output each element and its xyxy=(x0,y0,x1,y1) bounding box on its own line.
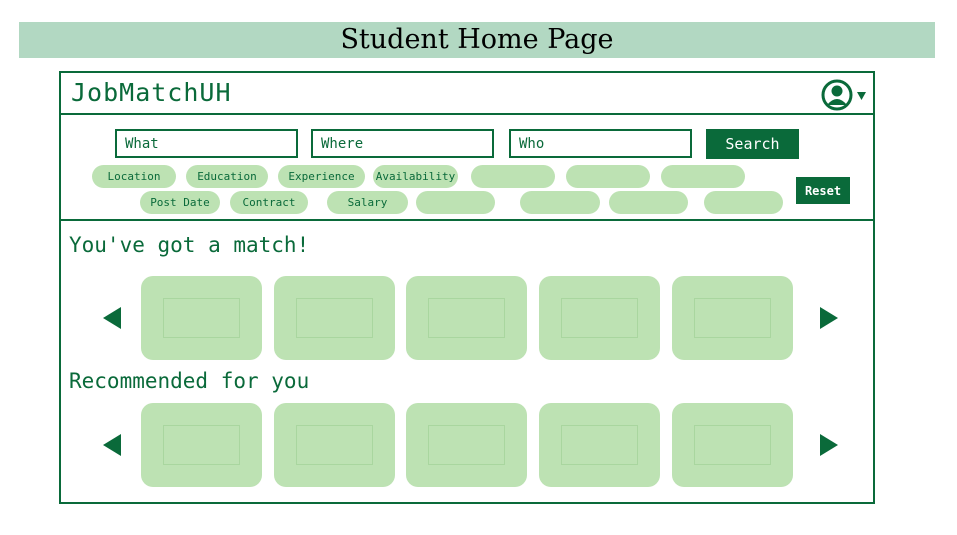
user-menu[interactable] xyxy=(821,79,867,111)
match-card[interactable] xyxy=(406,276,527,360)
app-logo: JobMatchUH xyxy=(71,78,232,107)
filter-chip-location[interactable]: Location xyxy=(92,165,176,188)
search-button[interactable]: Search xyxy=(706,129,799,159)
match-next-arrow[interactable] xyxy=(818,305,840,331)
filter-chip-empty[interactable] xyxy=(661,165,745,188)
page-title: Student Home Page xyxy=(19,22,935,58)
filter-chip-empty[interactable] xyxy=(566,165,650,188)
who-input[interactable] xyxy=(509,129,692,158)
filter-chip-contract[interactable]: Contract xyxy=(230,191,308,214)
match-heading: You've got a match! xyxy=(69,233,310,257)
recommended-heading: Recommended for you xyxy=(69,369,310,393)
filter-chip-education[interactable]: Education xyxy=(186,165,268,188)
card-placeholder xyxy=(296,298,373,338)
what-input[interactable] xyxy=(115,129,298,158)
recommended-prev-arrow[interactable] xyxy=(101,432,123,458)
recommended-card[interactable] xyxy=(672,403,793,487)
caret-down-icon xyxy=(857,92,866,100)
filter-chip-post-date[interactable]: Post Date xyxy=(140,191,220,214)
card-placeholder xyxy=(296,425,373,465)
card-placeholder xyxy=(694,298,771,338)
filter-chip-empty[interactable] xyxy=(471,165,555,188)
filter-chip-empty[interactable] xyxy=(416,191,495,214)
match-card[interactable] xyxy=(672,276,793,360)
recommended-card[interactable] xyxy=(539,403,660,487)
top-bar: JobMatchUH xyxy=(61,73,873,115)
recommended-card[interactable] xyxy=(274,403,395,487)
card-placeholder xyxy=(561,298,638,338)
match-card[interactable] xyxy=(274,276,395,360)
recommended-card[interactable] xyxy=(406,403,527,487)
recommended-next-arrow[interactable] xyxy=(818,432,840,458)
card-placeholder xyxy=(561,425,638,465)
app-window: JobMatchUH Search Location Education Exp… xyxy=(59,71,875,504)
where-input[interactable] xyxy=(311,129,494,158)
card-placeholder xyxy=(694,425,771,465)
card-placeholder xyxy=(163,298,240,338)
arrow-left-icon xyxy=(103,434,121,456)
recommended-card[interactable] xyxy=(141,403,262,487)
card-placeholder xyxy=(428,298,505,338)
match-card[interactable] xyxy=(141,276,262,360)
filter-chip-empty[interactable] xyxy=(609,191,688,214)
filter-chip-availability[interactable]: Availability xyxy=(373,165,458,188)
card-placeholder xyxy=(428,425,505,465)
user-circle-icon xyxy=(821,79,853,111)
search-filter-bar: Search Location Education Experience Ava… xyxy=(61,117,873,221)
match-prev-arrow[interactable] xyxy=(101,305,123,331)
filter-chip-empty[interactable] xyxy=(520,191,600,214)
reset-button[interactable]: Reset xyxy=(796,177,850,204)
filter-chip-experience[interactable]: Experience xyxy=(278,165,365,188)
arrow-right-icon xyxy=(820,307,838,329)
card-placeholder xyxy=(163,425,240,465)
filter-chip-salary[interactable]: Salary xyxy=(327,191,408,214)
arrow-left-icon xyxy=(103,307,121,329)
match-card[interactable] xyxy=(539,276,660,360)
filter-chip-empty[interactable] xyxy=(704,191,783,214)
arrow-right-icon xyxy=(820,434,838,456)
